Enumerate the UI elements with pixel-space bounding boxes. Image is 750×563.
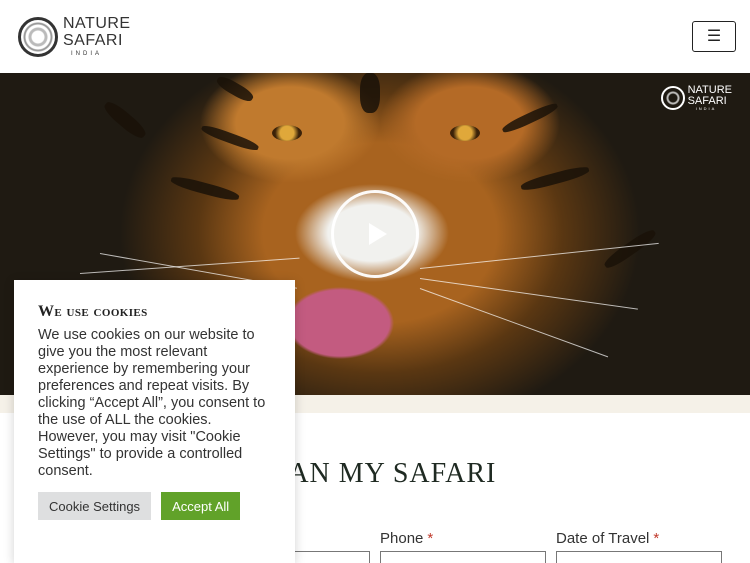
tiger-stripe (601, 226, 659, 272)
tiger-stripe (169, 174, 241, 203)
logo-line3: INDIA (71, 51, 103, 57)
logo-tree-ring-icon (18, 16, 58, 57)
tiger-stripe (360, 73, 380, 113)
logo-text: NATURE SAFARI INDIA (63, 15, 131, 58)
tiger-eye (272, 125, 302, 141)
tiger-stripe (519, 164, 591, 193)
play-button[interactable] (331, 190, 419, 278)
tiger-eye (450, 125, 480, 141)
watermark-icon (660, 86, 685, 110)
tiger-whisker (419, 278, 638, 310)
logo-line1: NATURE (63, 15, 131, 32)
hamburger-icon: ☰ (706, 27, 722, 45)
tiger-stripe (500, 100, 560, 136)
phone-label: Phone * (380, 530, 434, 547)
tiger-whisker (79, 257, 300, 274)
date-of-travel-field[interactable] (556, 551, 722, 563)
site-logo[interactable]: NATURE SAFARI INDIA (18, 16, 131, 57)
logo-line2: SAFARI (63, 32, 123, 49)
play-icon (368, 223, 387, 245)
tiger-stripe (200, 123, 260, 153)
tiger-whisker (419, 288, 609, 358)
hero-watermark-logo: NATURE SAFARI INDIA (660, 85, 732, 111)
menu-toggle-button[interactable]: ☰ (692, 21, 736, 52)
cookie-settings-button[interactable]: Cookie Settings (38, 492, 152, 520)
cookie-message: We use cookies on our website to give yo… (38, 327, 266, 479)
tiger-stripe (214, 73, 256, 105)
tiger-stripe (101, 98, 149, 142)
phone-field[interactable] (380, 551, 546, 563)
cookie-title: We use cookies (38, 303, 148, 320)
badge-line3: INDIA (695, 106, 717, 111)
cookie-consent-popup: We use cookies We use cookies on our web… (14, 280, 295, 563)
site-header: NATURE SAFARI INDIA ☰ (0, 0, 750, 73)
accept-all-button[interactable]: Accept All (161, 492, 241, 520)
date-of-travel-label: Date of Travel * (556, 530, 660, 547)
